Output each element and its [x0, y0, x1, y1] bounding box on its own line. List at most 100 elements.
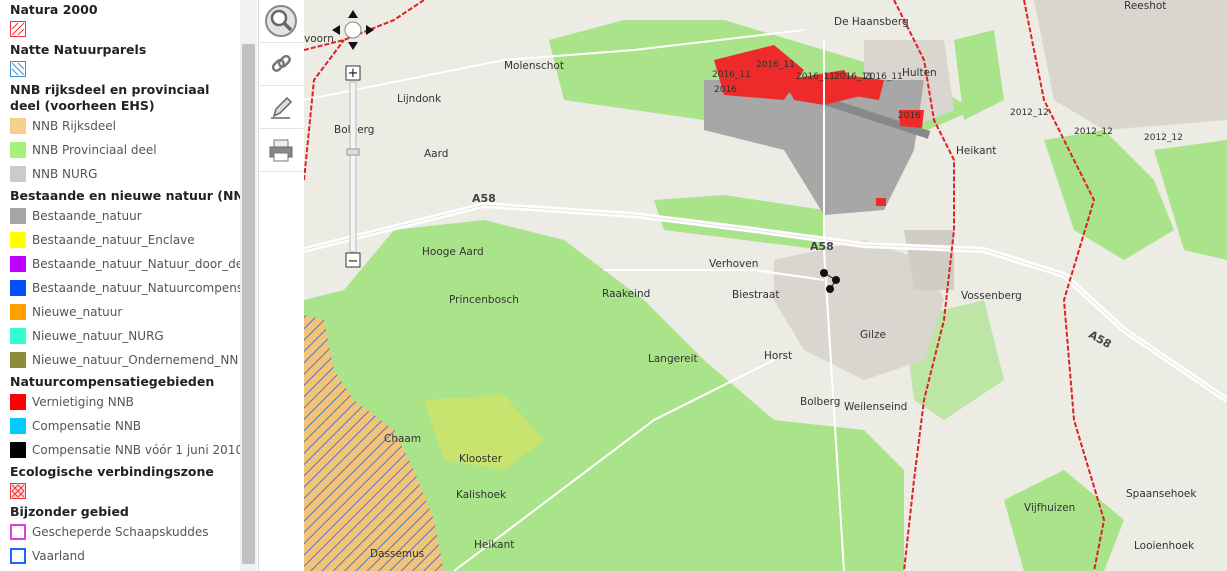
pan-down-icon[interactable] [348, 42, 358, 50]
legend-item: Bestaande_natuur_Natuur_door_de [0, 252, 240, 276]
legend-swatch [10, 418, 26, 434]
toolbar [258, 0, 305, 571]
place-label: Lijndonk [397, 93, 442, 105]
parcel-label: 2016 [714, 85, 737, 95]
place-label: Looienhoek [1134, 540, 1195, 552]
print-button[interactable] [259, 129, 303, 172]
legend-swatch [10, 524, 26, 540]
legend-label: Nieuwe_natuur_Ondernemend_NN [32, 353, 239, 367]
parcel-label: 2016_11 [796, 72, 835, 82]
legend-item: Bestaande_natuur_Natuurcompens [0, 276, 240, 300]
place-label: Princenbosch [449, 294, 519, 306]
parcel-label: 2016_11 [712, 70, 751, 80]
legend-item: NNB Provinciaal deel [0, 138, 240, 162]
parcel-label: 2012_12 [1074, 127, 1113, 137]
place-label: Molenschot [504, 60, 564, 72]
map-view[interactable]: De Haansberg Molenschot Hulten Lijndonk … [304, 0, 1227, 571]
legend-swatch [10, 352, 26, 368]
legend-heading-natte: Natte Natuurparels [10, 42, 147, 57]
pan-left-icon[interactable] [332, 25, 340, 35]
place-label: Vossenberg [961, 290, 1022, 302]
legend-item: Vaarland [0, 544, 240, 568]
legend-swatch [10, 166, 26, 182]
zoom-slider-handle[interactable] [346, 148, 360, 156]
link-button[interactable] [259, 43, 303, 86]
place-label: Hulten [902, 67, 937, 79]
scrollbar-thumb[interactable] [242, 44, 255, 564]
legend-heading-comp: Natuurcompensatiegebieden [10, 374, 215, 389]
legend-heading-nnb: NNB rijksdeel en provinciaal deel (voorh… [10, 82, 210, 113]
place-label: Kalishoek [456, 489, 507, 501]
legend-swatch [10, 394, 26, 410]
place-label: Heikant [956, 145, 997, 157]
legend-heading-eco: Ecologische verbindingszone [10, 464, 214, 479]
zoom-tool-button[interactable] [259, 0, 303, 43]
place-label: Raakeind [602, 288, 651, 300]
place-label: Gilze [860, 329, 886, 341]
legend-label: Bestaande_natuur_Enclave [32, 233, 195, 247]
legend-label: Compensatie NNB [32, 419, 142, 433]
legend-item: Nieuwe_natuur [0, 300, 240, 324]
place-label: Weilenseind [844, 401, 908, 413]
natte-swatch [0, 58, 240, 80]
legend-label: Gescheperde Schaapskuddes [32, 525, 209, 539]
legend-swatch [10, 328, 26, 344]
legend-label: Nieuwe_natuur_NURG [32, 329, 164, 343]
pan-right-icon[interactable] [366, 25, 374, 35]
legend-swatch [10, 304, 26, 320]
legend-label: Nieuwe_natuur [32, 305, 123, 319]
edit-button[interactable] [259, 86, 303, 129]
legend-item: Gescheperde Schaapskuddes [0, 520, 240, 544]
place-label: Horst [764, 350, 793, 362]
legend-swatch [10, 142, 26, 158]
legend-item: Compensatie NNB [0, 414, 240, 438]
parcel-label: 2012_12 [1144, 133, 1183, 143]
place-label: Vijfhuizen [1024, 502, 1076, 514]
legend-heading-natura2000: Natura 2000 [10, 2, 98, 17]
legend-item: Compensatie NNB vóór 1 juni 2010 [0, 438, 240, 462]
legend-swatch [10, 256, 26, 272]
legend-heading-bestaande: Bestaande en nieuwe natuur (NNB [10, 188, 240, 203]
place-label: Chaam [384, 433, 422, 445]
place-label: Aard [424, 148, 449, 160]
parcel-label: 2016 [898, 111, 921, 121]
natura2000-swatch [0, 18, 240, 40]
pan-control[interactable] [332, 10, 374, 50]
place-label: De Haansberg [834, 16, 909, 28]
parcel-label: 2016_11 [756, 60, 795, 70]
edit-icon [271, 96, 293, 119]
place-label: Reeshot [1124, 0, 1167, 12]
legend-swatch [10, 232, 26, 248]
eco-swatch [0, 480, 240, 502]
legend-heading-bijzonder: Bijzonder gebied [10, 504, 129, 519]
print-icon [269, 139, 293, 162]
place-label: Bolberg [800, 396, 841, 408]
legend-label: Vaarland [32, 549, 85, 563]
legend-label: NNB Rijksdeel [32, 119, 116, 133]
place-label: Klooster [459, 453, 503, 465]
road-label: A58 [472, 192, 496, 205]
legend-item: Nieuwe_natuur_Ondernemend_NN [0, 348, 240, 372]
legend-item: NNB NURG [0, 162, 240, 186]
parcel-label: 2012_12 [1010, 108, 1049, 118]
place-label: Spaanseh​oek [1126, 488, 1197, 500]
place-label: Dassemus [370, 548, 425, 560]
legend-label: Bestaande_natuur_Natuur_door_de [32, 257, 240, 271]
legend-label: Bestaande_natuur [32, 209, 142, 223]
place-label: Langereit [648, 353, 698, 365]
pan-center-icon[interactable] [344, 21, 362, 39]
pan-up-icon[interactable] [348, 10, 358, 18]
legend-swatch [10, 548, 26, 564]
place-label: Hooge Aard [422, 246, 484, 258]
legend-scrollbar[interactable] [240, 0, 257, 571]
zoom-tool-icon [265, 5, 297, 37]
map-canvas[interactable] [304, 0, 1227, 571]
legend-swatch [10, 208, 26, 224]
legend-label: Compensatie NNB vóór 1 juni 2010 [32, 443, 240, 457]
legend-panel: Natura 2000 Natte Natuurparels NNB rijks… [0, 0, 240, 571]
place-label: Verhoven [709, 258, 759, 270]
legend-item: NNB Rijksdeel [0, 114, 240, 138]
legend-item: Vernietiging NNB [0, 390, 240, 414]
legend-label: Bestaande_natuur_Natuurcompens [32, 281, 240, 295]
zoom-slider-track[interactable] [349, 81, 357, 253]
